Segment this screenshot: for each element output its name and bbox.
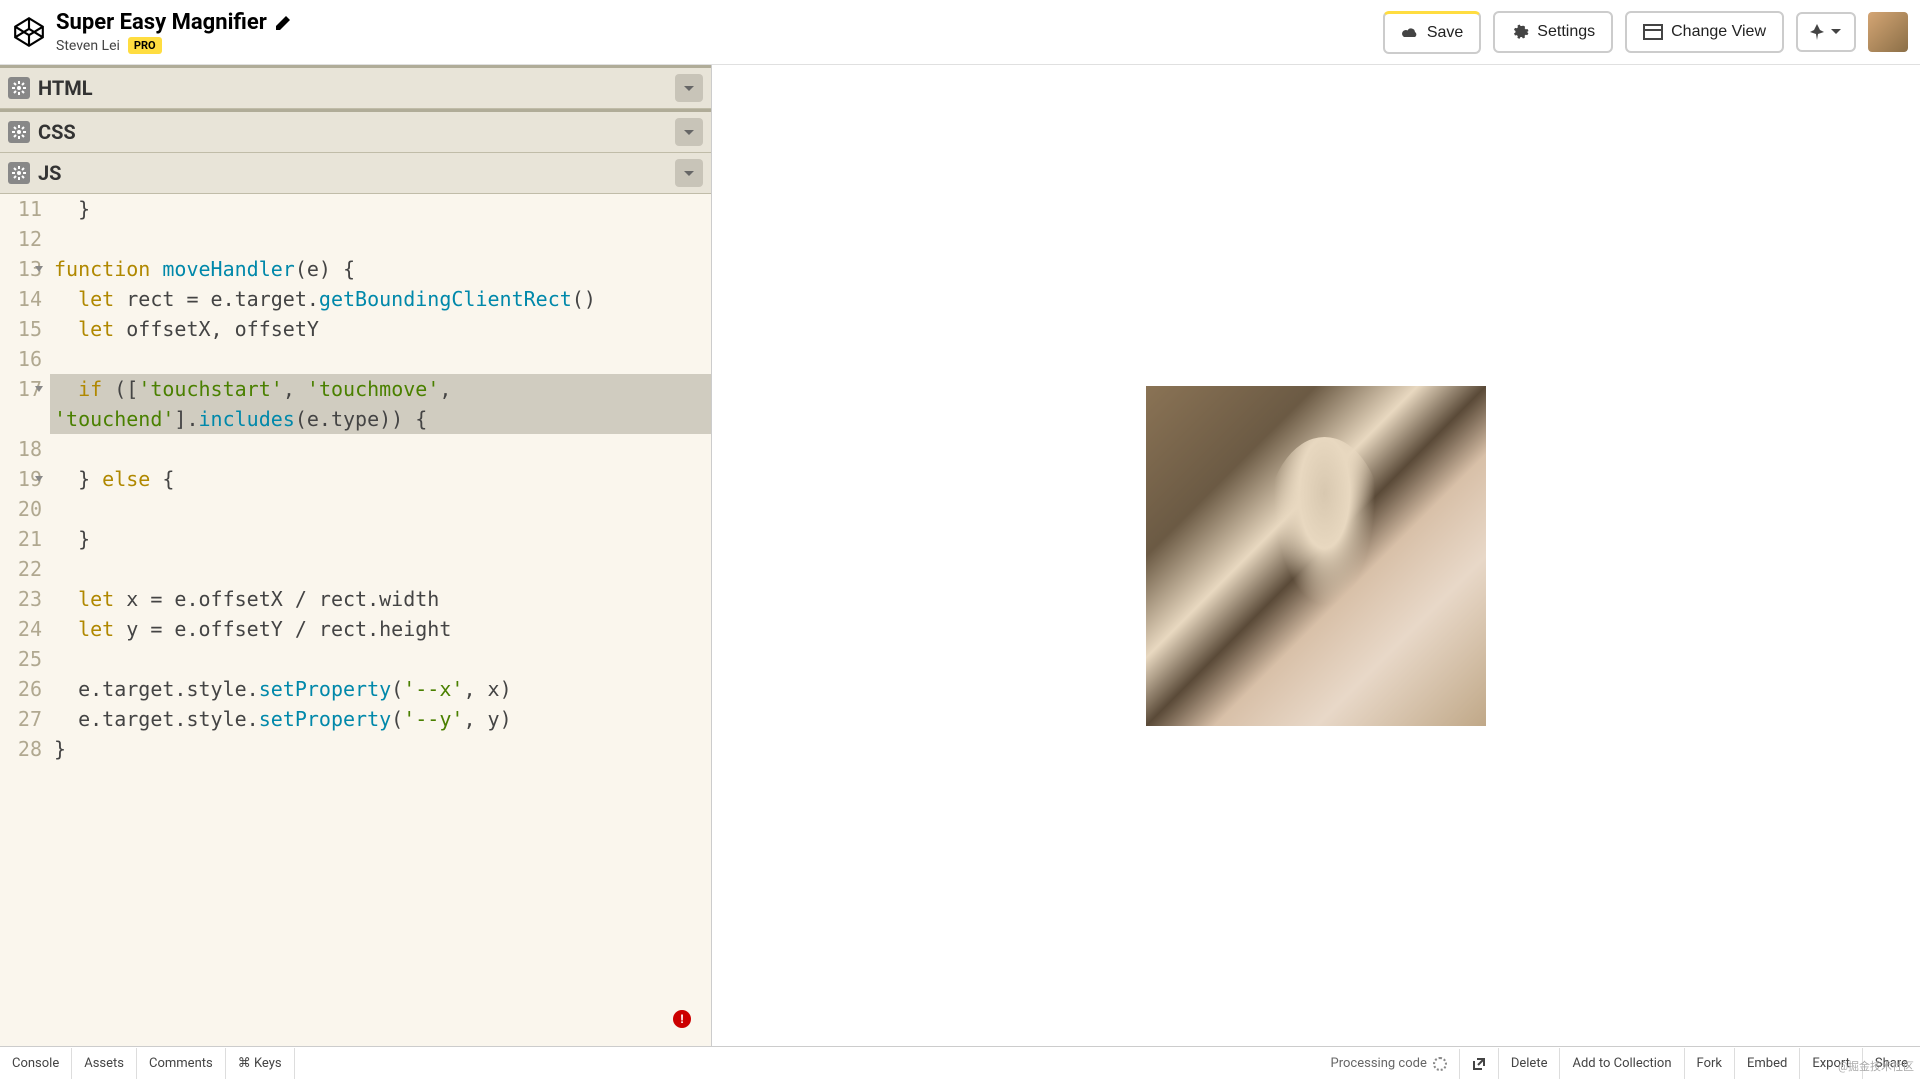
gear-icon <box>1511 23 1529 41</box>
cloud-icon <box>1401 26 1419 40</box>
layout-icon <box>1643 24 1663 40</box>
pen-title[interactable]: Super Easy Magnifier <box>56 10 267 35</box>
pin-dropdown[interactable] <box>1796 12 1856 52</box>
main: HTML CSS JS 11 }1213function moveHandler… <box>0 65 1920 1046</box>
preview-image[interactable] <box>1146 386 1486 726</box>
fold-icon[interactable] <box>34 474 44 484</box>
fork-button[interactable]: Fork <box>1684 1048 1734 1079</box>
pin-icon <box>1810 24 1824 40</box>
embed-button[interactable]: Embed <box>1734 1048 1799 1079</box>
avatar[interactable] <box>1868 12 1908 52</box>
js-panel-label: JS <box>38 161 667 185</box>
code-line[interactable]: 11 } <box>0 194 711 224</box>
save-button[interactable]: Save <box>1383 11 1481 54</box>
js-editor[interactable]: 11 }1213function moveHandler(e) {14 let … <box>0 194 711 1046</box>
header: Super Easy Magnifier Steven Lei PRO Save… <box>0 0 1920 65</box>
code-line[interactable]: 16 <box>0 344 711 374</box>
html-collapse-button[interactable] <box>675 74 703 102</box>
console-button[interactable]: Console <box>0 1048 72 1079</box>
code-line[interactable]: 18 <box>0 434 711 464</box>
popout-button[interactable] <box>1459 1049 1498 1079</box>
code-line[interactable]: 'touchend'].includes(e.type)) { <box>0 404 711 434</box>
gear-icon[interactable] <box>8 121 30 143</box>
code-line[interactable]: 15 let offsetX, offsetY <box>0 314 711 344</box>
css-collapse-button[interactable] <box>675 118 703 146</box>
gear-icon[interactable] <box>8 162 30 184</box>
code-line[interactable]: 25 <box>0 644 711 674</box>
html-panel-label: HTML <box>38 76 667 100</box>
comments-button[interactable]: Comments <box>137 1048 226 1079</box>
change-view-button[interactable]: Change View <box>1625 11 1784 53</box>
error-indicator[interactable]: ! <box>673 1010 691 1028</box>
preview-pane[interactable] <box>712 65 1920 1046</box>
chevron-down-icon <box>1830 28 1842 36</box>
pro-badge: PRO <box>128 37 162 54</box>
fold-icon[interactable] <box>34 264 44 274</box>
js-collapse-button[interactable] <box>675 159 703 187</box>
code-line[interactable]: 24 let y = e.offsetY / rect.height <box>0 614 711 644</box>
edit-icon[interactable] <box>275 15 291 31</box>
code-line[interactable]: 13function moveHandler(e) { <box>0 254 711 284</box>
code-line[interactable]: 23 let x = e.offsetX / rect.width <box>0 584 711 614</box>
gear-icon[interactable] <box>8 77 30 99</box>
code-line[interactable]: 20 <box>0 494 711 524</box>
code-line[interactable]: 12 <box>0 224 711 254</box>
add-collection-button[interactable]: Add to Collection <box>1559 1048 1683 1079</box>
delete-button[interactable]: Delete <box>1498 1048 1560 1079</box>
code-line[interactable]: 27 e.target.style.setProperty('--y', y) <box>0 704 711 734</box>
header-actions: Save Settings Change View <box>1383 11 1908 54</box>
code-line[interactable]: 21 } <box>0 524 711 554</box>
code-line[interactable]: 17 if (['touchstart', 'touchmove', <box>0 374 711 404</box>
html-panel-header[interactable]: HTML <box>0 65 711 109</box>
spinner-icon <box>1433 1057 1447 1071</box>
status-text: Processing code <box>1319 1048 1459 1079</box>
code-line[interactable]: 19 } else { <box>0 464 711 494</box>
code-line[interactable]: 22 <box>0 554 711 584</box>
editors-column: HTML CSS JS 11 }1213function moveHandler… <box>0 65 712 1046</box>
js-panel-header[interactable]: JS <box>0 153 711 194</box>
keys-button[interactable]: ⌘ Keys <box>226 1048 295 1079</box>
code-line[interactable]: 26 e.target.style.setProperty('--x', x) <box>0 674 711 704</box>
footer: Console Assets Comments ⌘ Keys Processin… <box>0 1046 1920 1080</box>
title-area: Super Easy Magnifier Steven Lei PRO <box>56 10 1373 54</box>
author-name[interactable]: Steven Lei <box>56 38 120 54</box>
code-line[interactable]: 14 let rect = e.target.getBoundingClient… <box>0 284 711 314</box>
codepen-logo[interactable] <box>12 15 46 49</box>
code-line[interactable]: 28} <box>0 734 711 764</box>
assets-button[interactable]: Assets <box>72 1048 137 1079</box>
watermark: @掘金技术社区 <box>1838 1058 1914 1074</box>
css-panel-header[interactable]: CSS <box>0 109 711 153</box>
settings-button[interactable]: Settings <box>1493 11 1613 53</box>
fold-icon[interactable] <box>34 384 44 394</box>
css-panel-label: CSS <box>38 120 667 144</box>
